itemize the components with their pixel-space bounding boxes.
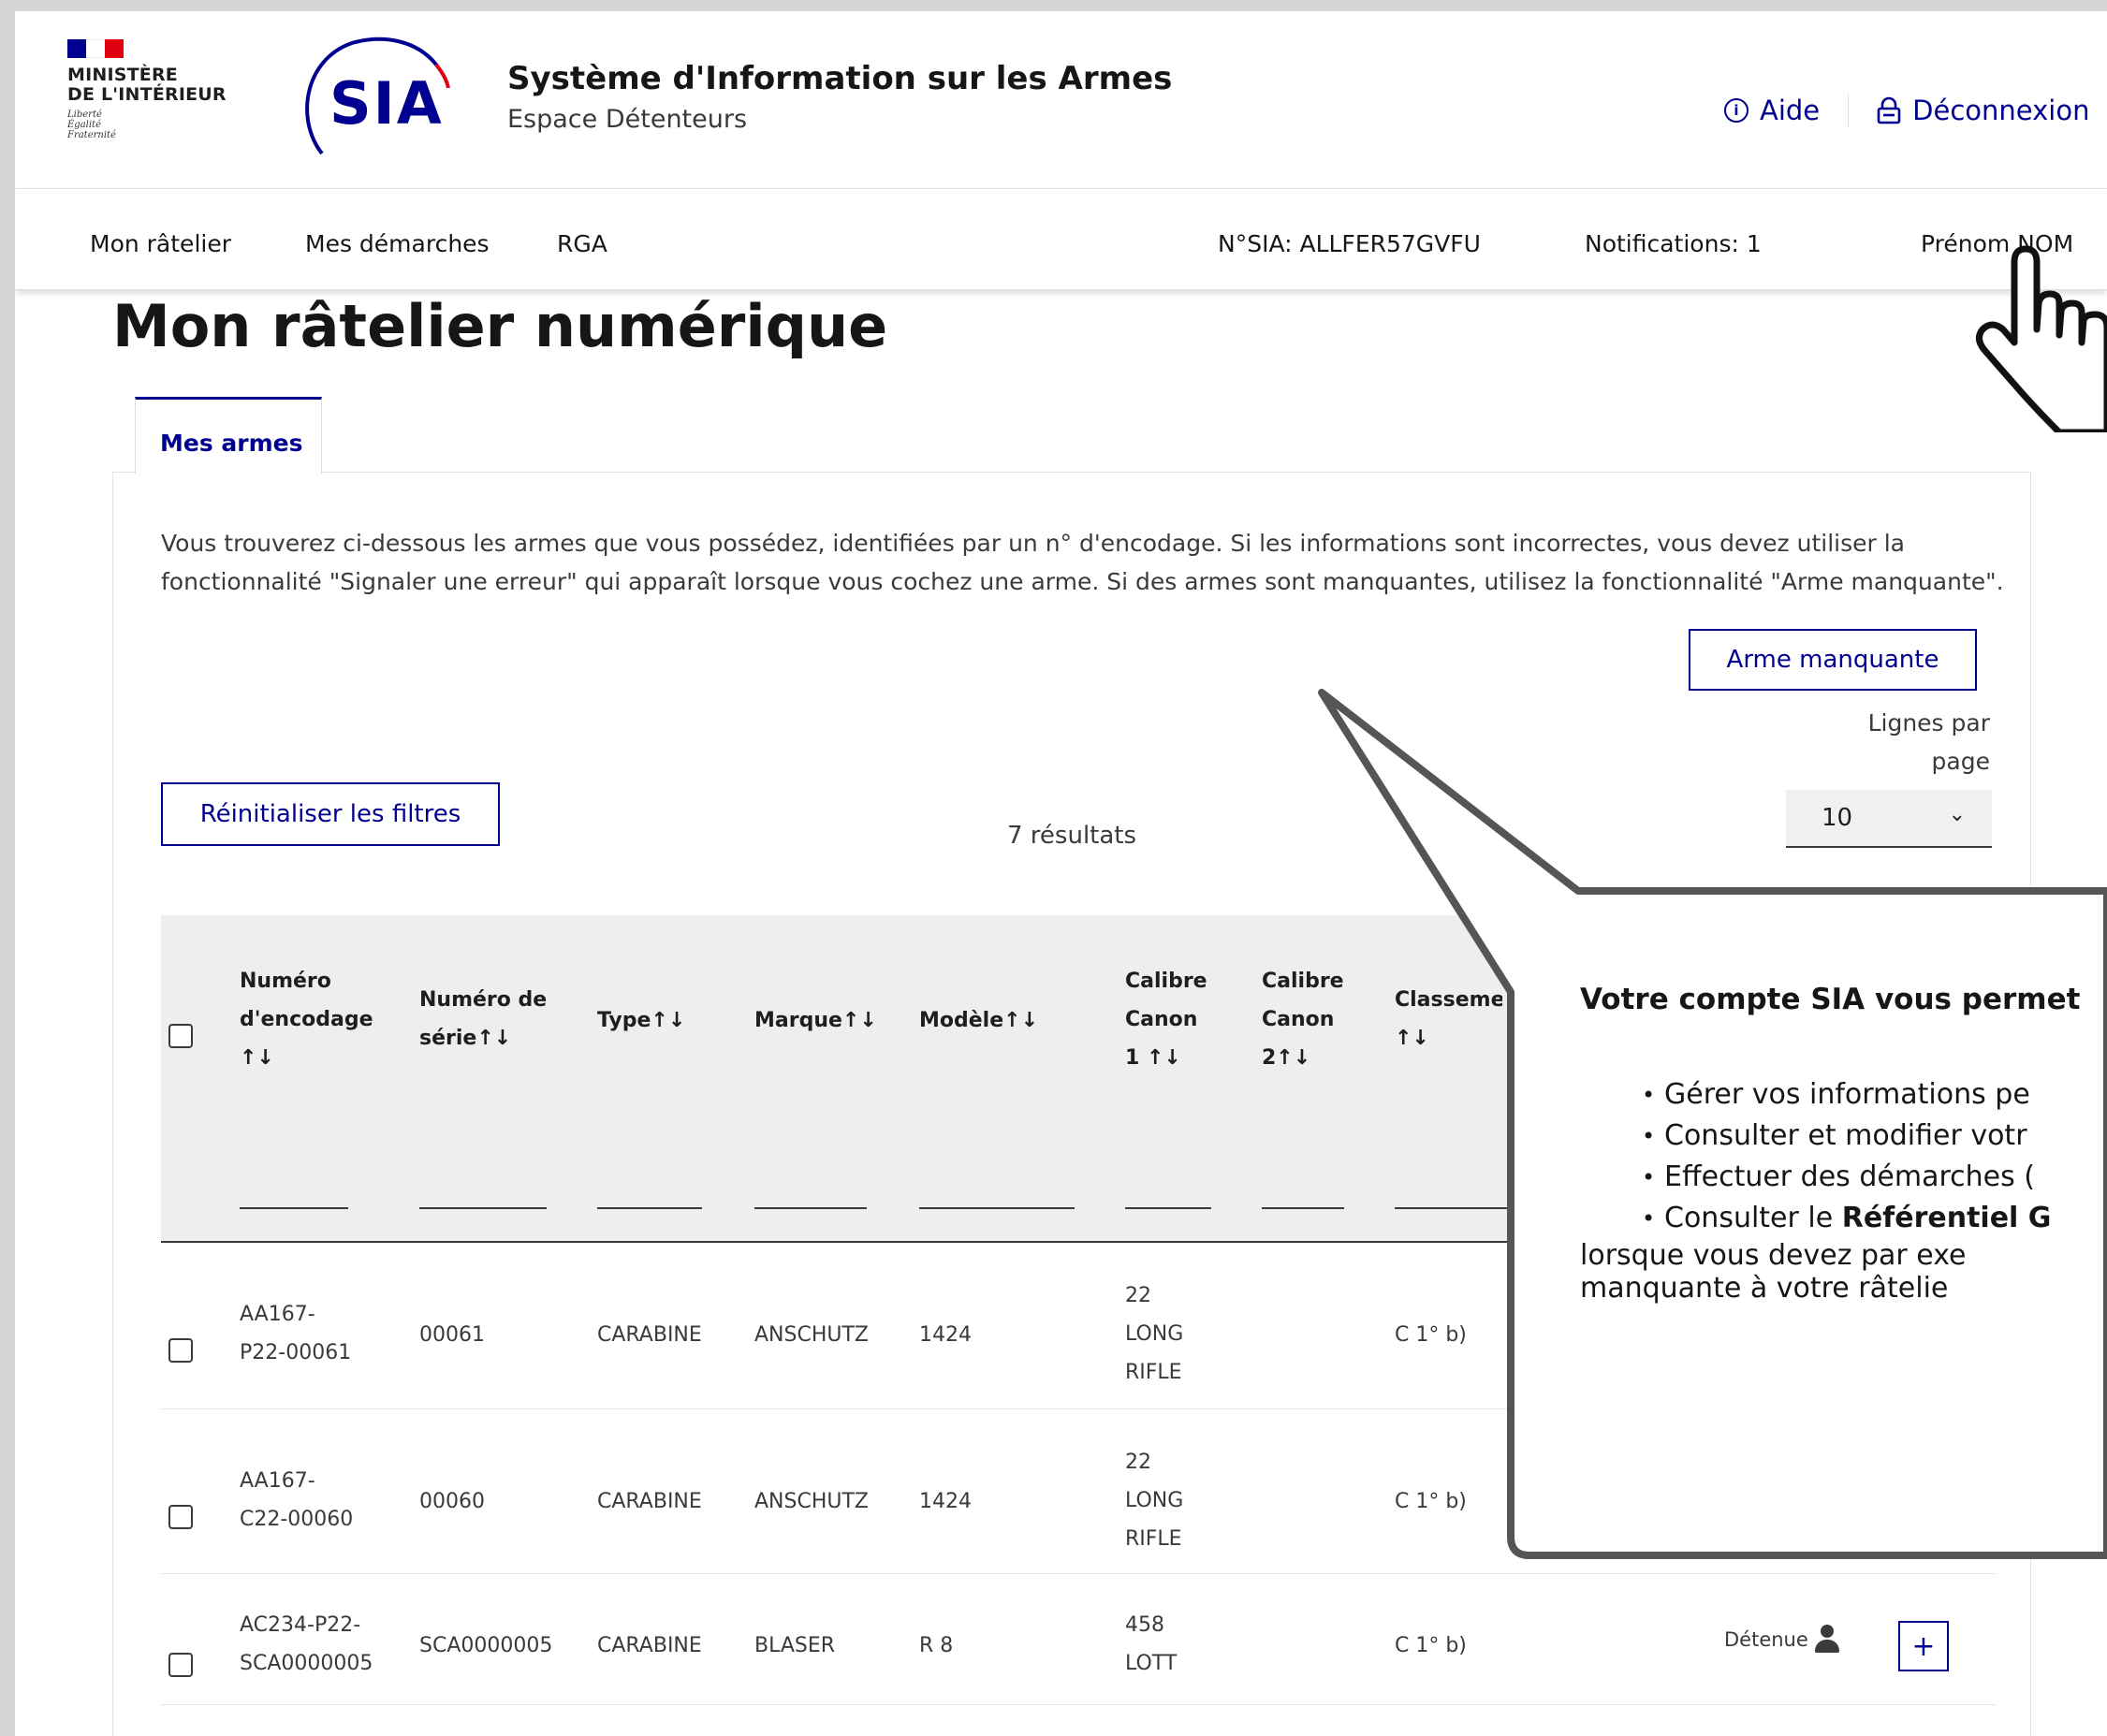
callout-content: Votre compte SIA vous permet Gérer vos i… [1580,983,2104,1305]
callout-item: Consulter et modifier votr [1580,1116,2104,1157]
callout-rga-bold: Référentiel G [1841,1202,2052,1234]
callout-bubble [1318,689,2107,1559]
callout-title: Votre compte SIA vous permet [1580,983,2081,1016]
pointing-hand-cursor-icon [1976,245,2107,432]
callout-item: Consulter le Référentiel G [1580,1198,2104,1239]
callout-item-text: Consulter le [1664,1202,1842,1234]
callout-item-continuation: lorsque vous devez par exe [1580,1239,1967,1272]
callout-item: Effectuer des démarches ( [1580,1157,2104,1198]
callout-list: Gérer vos informations pe Consulter et m… [1580,1074,2104,1239]
callout-item-continuation: manquante à votre râtelie [1580,1272,1949,1305]
callout-item: Gérer vos informations pe [1580,1074,2104,1116]
